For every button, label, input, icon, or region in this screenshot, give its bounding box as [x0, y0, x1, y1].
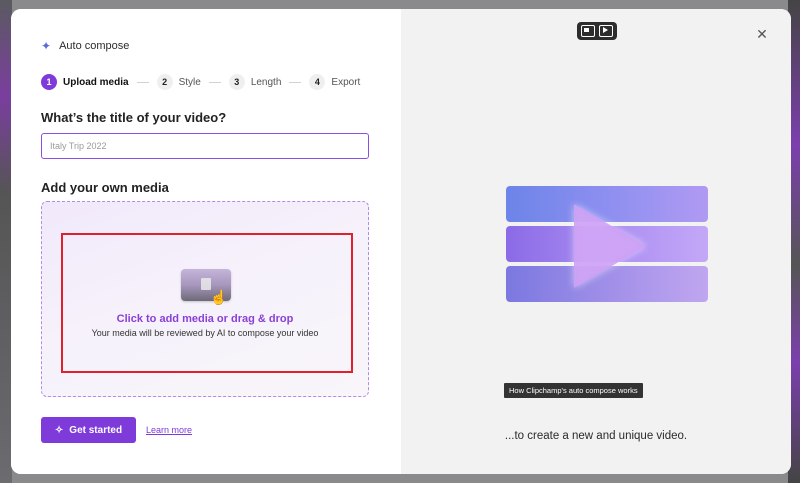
- step-number: 2: [156, 74, 173, 90]
- dialog-header: ✦ Auto compose: [41, 40, 129, 52]
- media-dropzone[interactable]: ☝ Click to add media or drag & drop Your…: [41, 201, 369, 397]
- dialog-title: Auto compose: [59, 40, 130, 52]
- step-number: 3: [228, 74, 245, 90]
- step-label: Length: [250, 76, 282, 88]
- preview-panel: ✕ How Clipchamp's auto compose works ...…: [401, 9, 791, 474]
- left-panel: ✦ Auto compose 1 Upload media 2 Style 3 …: [11, 9, 401, 474]
- step-upload-media[interactable]: 1 Upload media: [41, 74, 129, 90]
- step-label: Style: [178, 76, 201, 88]
- video-title-label: What’s the title of your video?: [41, 110, 227, 125]
- preview-caption: ...to create a new and unique video.: [504, 430, 688, 442]
- sparkle-icon: ✦: [41, 39, 52, 53]
- play-video-icon[interactable]: [599, 25, 613, 37]
- close-icon[interactable]: ✕: [755, 27, 769, 41]
- step-divider: [136, 81, 149, 83]
- stepper: 1 Upload media 2 Style 3 Length 4 Export: [41, 74, 360, 90]
- sparkle-icon: ✧: [54, 424, 64, 436]
- get-started-label: Get started: [69, 424, 123, 436]
- step-label: Upload media: [63, 76, 129, 88]
- add-media-link[interactable]: Click to add media or drag & drop: [42, 313, 368, 325]
- add-media-hint: Your media will be reviewed by AI to com…: [91, 328, 319, 338]
- step-divider: [289, 81, 302, 83]
- step-export[interactable]: 4 Export: [309, 74, 360, 90]
- step-label: Export: [331, 76, 361, 88]
- video-title-input[interactable]: [41, 133, 369, 159]
- auto-compose-dialog: ✦ Auto compose 1 Upload media 2 Style 3 …: [11, 9, 791, 474]
- step-number: 1: [41, 74, 57, 90]
- step-divider: [208, 81, 221, 83]
- picture-in-picture-icon[interactable]: [581, 25, 595, 37]
- learn-more-link[interactable]: Learn more: [146, 425, 192, 435]
- highlight-box: [61, 233, 353, 373]
- play-icon: [574, 204, 646, 288]
- hand-cursor-icon: ☝: [210, 289, 228, 305]
- step-style[interactable]: 2 Style: [156, 74, 201, 90]
- step-number: 4: [309, 74, 326, 90]
- video-illustration: [506, 186, 708, 302]
- view-toggle: [577, 22, 617, 40]
- step-length[interactable]: 3 Length: [228, 74, 282, 90]
- add-media-label: Add your own media: [41, 180, 169, 195]
- get-started-button[interactable]: ✧ Get started: [41, 417, 136, 443]
- tooltip: How Clipchamp's auto compose works: [504, 383, 643, 398]
